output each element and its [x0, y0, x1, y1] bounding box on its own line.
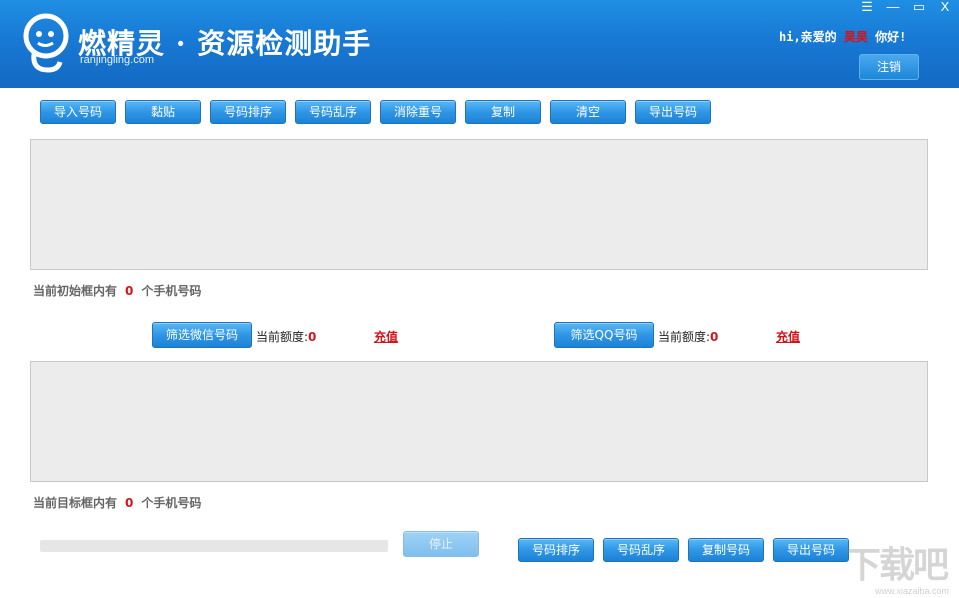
bottom-sort-button[interactable]: 号码排序	[518, 538, 594, 562]
close-icon[interactable]: X	[937, 0, 953, 14]
copy-button[interactable]: 复制	[465, 100, 541, 124]
bottom-shuffle-button[interactable]: 号码乱序	[603, 538, 679, 562]
target-count: 0	[125, 496, 134, 510]
filter-qq-button[interactable]: 筛选QQ号码	[554, 322, 654, 348]
watermark-url: www.xiazaiba.com	[874, 586, 949, 596]
paste-button[interactable]: 黏贴	[125, 100, 201, 124]
target-numbers-textarea[interactable]	[30, 361, 928, 482]
minimize-icon[interactable]: —	[885, 0, 901, 14]
progress-bar	[40, 540, 388, 552]
qq-quota-value: 0	[710, 330, 719, 344]
source-count: 0	[125, 284, 134, 298]
greeting-suffix: 你好!	[875, 30, 907, 44]
qq-recharge-link[interactable]: 充值	[776, 328, 800, 345]
greeting-prefix: hi,亲爱的	[779, 30, 837, 44]
watermark: 下载吧 www.xiazaiba.com	[815, 532, 955, 596]
clear-button[interactable]: 清空	[550, 100, 626, 124]
wechat-recharge-link[interactable]: 充值	[374, 328, 398, 345]
wechat-quota-label: 当前额度:	[256, 330, 309, 344]
target-count-status: 当前目标框内有 0 个手机号码	[33, 494, 201, 511]
menu-icon[interactable]: ☰	[859, 0, 875, 14]
shuffle-numbers-button[interactable]: 号码乱序	[295, 100, 371, 124]
maximize-icon[interactable]: ▭	[911, 0, 927, 14]
target-status-prefix: 当前目标框内有	[33, 496, 118, 510]
stop-button[interactable]: 停止	[403, 531, 479, 557]
source-numbers-textarea[interactable]	[30, 139, 928, 270]
app-domain: ranjingling.com	[80, 54, 154, 66]
source-status-prefix: 当前初始框内有	[33, 284, 118, 298]
logout-button[interactable]: 注销	[859, 54, 919, 80]
export-numbers-button[interactable]: 导出号码	[635, 100, 711, 124]
import-numbers-button[interactable]: 导入号码	[40, 100, 116, 124]
qq-quota: 当前额度:0	[658, 328, 718, 345]
window-controls: ☰ — ▭ X	[859, 0, 953, 16]
watermark-text: 下载吧	[844, 544, 949, 586]
sort-numbers-button[interactable]: 号码排序	[210, 100, 286, 124]
source-status-suffix: 个手机号码	[141, 284, 202, 298]
source-count-status: 当前初始框内有 0 个手机号码	[33, 282, 201, 299]
qq-quota-label: 当前额度:	[658, 330, 711, 344]
username: 昊昊	[843, 30, 868, 44]
copy-numbers-button[interactable]: 复制号码	[688, 538, 764, 562]
dedupe-numbers-button[interactable]: 消除重号	[380, 100, 456, 124]
user-greeting: hi,亲爱的 昊昊 你好!	[779, 28, 906, 45]
wechat-quota-value: 0	[308, 330, 317, 344]
title-bar: 燃精灵 · 资源检测助手 ranjingling.com ☰ — ▭ X hi,…	[0, 0, 959, 88]
mascot-logo-icon	[23, 13, 69, 73]
target-status-suffix: 个手机号码	[141, 496, 202, 510]
filter-wechat-button[interactable]: 筛选微信号码	[152, 322, 252, 348]
wechat-quota: 当前额度:0	[256, 328, 316, 345]
